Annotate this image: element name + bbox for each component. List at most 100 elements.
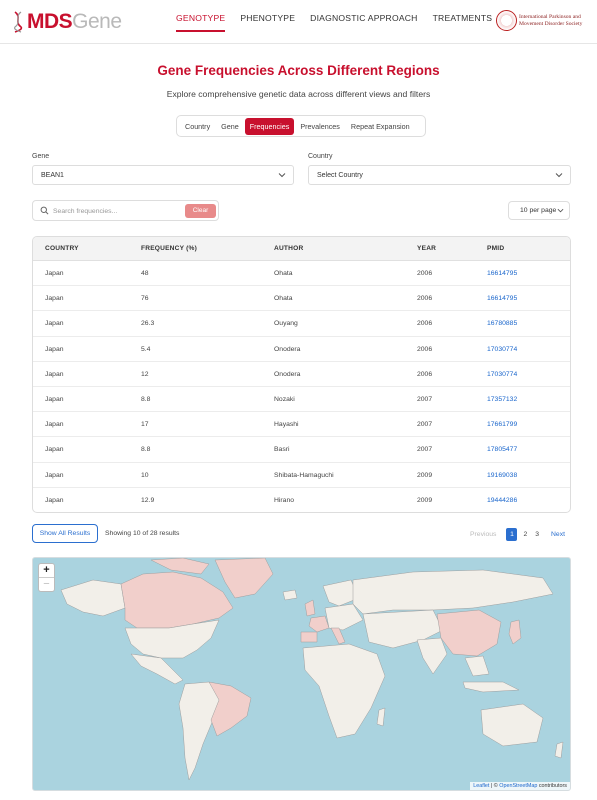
column-header-pmid[interactable]: PMID [487,245,504,252]
view-tabs: Country Gene Frequencies Prevalences Rep… [176,115,426,137]
cell-pmid-link[interactable]: 17030774 [487,346,517,353]
map-region-russia [352,569,554,615]
cell-year: 2007 [417,421,433,429]
country-select-value: Select Country [317,172,363,179]
cell-frequency: 10 [141,471,149,479]
cell-country: Japan [45,370,64,378]
map-region-australia [480,703,544,747]
country-select[interactable]: Select Country [308,165,571,185]
cell-pmid-link[interactable]: 19169038 [487,472,517,479]
nav-phenotype[interactable]: PHENOTYPE [240,0,295,44]
cell-pmid-link[interactable]: 17030774 [487,371,517,378]
cell-pmid-link[interactable]: 17661799 [487,421,517,428]
column-header-country[interactable]: COUNTRY [45,245,79,252]
cell-year: 2009 [417,471,433,479]
tab-gene[interactable]: Gene [216,118,244,135]
page-3-button[interactable]: 3 [535,531,539,538]
cell-pmid-link[interactable]: 16614795 [487,295,517,302]
cell-author: Onodera [274,345,301,353]
nav-genotype[interactable]: GENOTYPE [176,0,226,44]
cell-pmid-link[interactable]: 16780885 [487,320,517,327]
world-map-layer[interactable] [33,558,571,791]
results-count: Showing 10 of 28 results [105,530,180,537]
leaflet-link[interactable]: Leaflet [473,783,489,789]
world-map[interactable]: + − Leaflet | © OpenStreetMap contributo… [32,557,571,791]
cell-author: Nozaki [274,396,295,403]
openstreetmap-link[interactable]: OpenStreetMap [499,783,537,789]
cell-frequency: 17 [141,421,149,429]
cell-frequency: 26.3 [141,320,155,328]
gene-filter-label: Gene [32,153,50,160]
cell-country: Japan [45,320,64,328]
zoom-control: + − [38,563,55,592]
society-logo[interactable]: International Parkinson and Movement Dis… [496,10,591,31]
tab-country[interactable]: Country [180,118,215,135]
cell-country: Japan [45,270,64,277]
search-input[interactable] [53,204,183,218]
map-region-spain [300,631,318,643]
cell-country: Japan [45,396,64,403]
per-page-select[interactable]: 10 per page [508,201,570,220]
page-1-button[interactable]: 1 [506,527,518,541]
attribution-separator: | © [489,783,500,789]
map-region-madagascar [376,707,386,727]
attribution-tail: contributors [537,783,567,789]
cell-pmid-link[interactable]: 17357132 [487,396,517,403]
gene-select[interactable]: BEAN1 [32,165,294,185]
show-all-results-button[interactable]: Show All Results [32,524,98,543]
cell-author: Shibata-Hamaguchi [274,471,334,479]
column-header-frequency[interactable]: FREQUENCY (%) [141,245,197,252]
cell-year: 2006 [417,345,433,353]
cell-frequency: 5.4 [141,345,151,353]
column-header-author[interactable]: AUTHOR [274,245,303,252]
column-header-year[interactable]: YEAR [417,245,436,252]
frequencies-table: COUNTRY FREQUENCY (%) AUTHOR YEAR PMID J… [32,236,571,513]
cell-year: 2006 [417,295,433,303]
mdsgene-logo[interactable]: MDS Gene [12,10,122,34]
table-row: Japan 48 Ohata 2006 16614795 [33,261,570,287]
country-filter-label: Country [308,153,333,160]
map-region-mexico [130,653,184,685]
gene-select-value: BEAN1 [41,172,64,179]
cell-author: Hirano [274,496,295,504]
chevron-down-icon [278,173,286,178]
cell-pmid-link[interactable]: 17805477 [487,446,517,453]
clear-button[interactable]: Clear [185,204,216,218]
table-row: Japan 8.8 Nozaki 2007 17357132 [33,387,570,413]
previous-page-button[interactable]: Previous [470,531,496,538]
cell-author: Ouyang [274,320,298,328]
tab-frequencies[interactable]: Frequencies [244,117,295,135]
map-region-southeast-asia [464,655,490,677]
cell-frequency: 8.8 [141,446,151,454]
society-name: International Parkinson and Movement Dis… [519,14,583,27]
cell-country: Japan [45,295,64,303]
cell-country: Japan [45,446,64,454]
search-box: Clear [32,200,219,221]
table-row: Japan 17 Hayashi 2007 17661799 [33,412,570,438]
cell-pmid-link[interactable]: 16614795 [487,270,517,277]
cell-year: 2006 [417,370,433,378]
cell-year: 2007 [417,446,433,454]
nav-treatments[interactable]: TREATMENTS [433,0,493,44]
table-row: Japan 76 Ohata 2006 16614795 [33,286,570,312]
nav-diagnostic-approach[interactable]: DIAGNOSTIC APPROACH [310,0,417,44]
page-subtitle: Explore comprehensive genetic data acros… [166,89,431,99]
cell-country: Japan [45,345,64,353]
search-icon [40,206,49,215]
tab-prevalences[interactable]: Prevalences [295,118,345,135]
map-region-brazil [208,681,252,737]
page-2-button[interactable]: 2 [523,531,527,538]
cell-pmid-link[interactable]: 19444286 [487,497,517,504]
map-region-iceland [282,589,298,601]
table-row: Japan 12 Onodera 2006 17030774 [33,362,570,387]
logo-mds-text: MDS [27,10,73,33]
cell-author: Ohata [274,295,293,303]
zoom-out-button[interactable]: − [39,578,54,592]
pagination: Previous 1 2 3 Next [470,527,565,541]
zoom-in-button[interactable]: + [39,564,54,578]
tab-repeat-expansion[interactable]: Repeat Expansion [346,118,415,135]
cell-country: Japan [45,496,64,504]
next-page-button[interactable]: Next [551,531,565,538]
map-region-japan [508,619,522,645]
cell-country: Japan [45,471,64,479]
